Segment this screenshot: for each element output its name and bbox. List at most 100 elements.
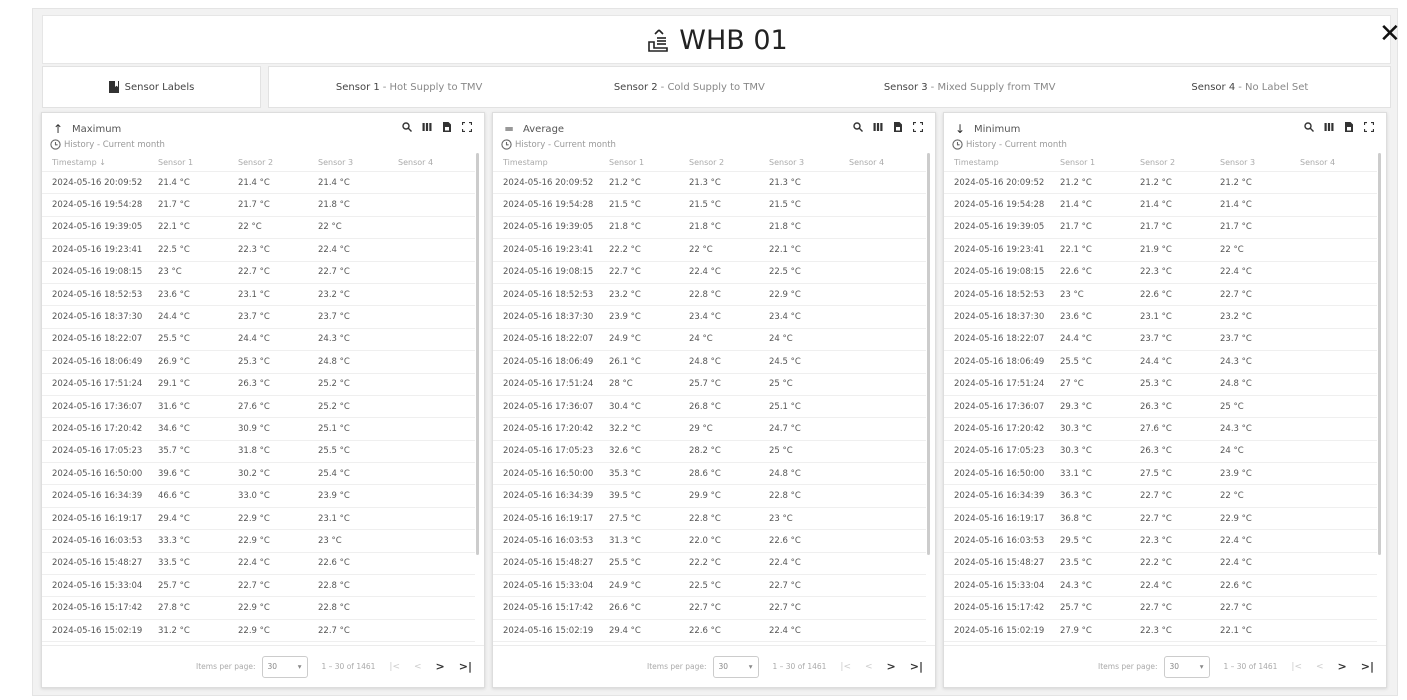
sensor-label: - Cold Supply to TMV (660, 81, 765, 93)
chevron-down-icon: ▾ (1199, 662, 1204, 671)
table-cell: 24.8 °C (1220, 379, 1252, 390)
table-cell: 21.3 °C (689, 177, 721, 188)
last-page-button[interactable]: >| (1361, 660, 1374, 673)
table-cell: 22.6 °C (1060, 267, 1092, 278)
table-row: 2024-05-16 15:17:42 25.7 °C 22.7 °C 22.7 °C (944, 597, 1377, 620)
table-cell: 21.3 °C (769, 177, 801, 188)
table-cell: 22.7 °C (318, 267, 350, 278)
first-page-button[interactable]: |< (1291, 662, 1302, 672)
table-row: 2024-05-16 16:03:53 31.3 °C 22.0 °C 22.6 °C (493, 530, 926, 553)
column-header[interactable]: Sensor 1 (152, 158, 232, 167)
table-cell: 25.2 °C (318, 379, 350, 390)
column-header[interactable]: Sensor 4 (843, 158, 906, 167)
column-header[interactable]: Sensor 4 (392, 158, 455, 167)
table-cell: 2024-05-16 19:08:15 (954, 267, 1045, 278)
columns-icon[interactable] (422, 122, 432, 132)
next-page-button[interactable]: > (887, 660, 896, 673)
column-header[interactable]: Sensor 2 (1134, 158, 1214, 167)
table-cell: 22.7 °C (769, 603, 801, 614)
table-cell: 27.5 °C (1140, 468, 1172, 479)
table-cell: 34.6 °C (158, 423, 190, 434)
page-size-value: 30 (267, 662, 278, 671)
first-page-button[interactable]: |< (840, 662, 851, 672)
column-header[interactable]: Sensor 3 (1214, 158, 1294, 167)
table-cell: 25.3 °C (238, 356, 270, 367)
table-row: 2024-05-16 19:23:41 22.1 °C 21.9 °C 22 °C (944, 239, 1377, 262)
table-cell: 25.7 °C (1060, 603, 1092, 614)
table-row: 2024-05-16 18:22:07 25.5 °C 24.4 °C 24.3 °C (42, 329, 475, 352)
scrollbar[interactable] (1378, 153, 1381, 555)
page-size-select[interactable]: 30 ▾ (261, 655, 308, 678)
table-cell: 22.2 °C (609, 244, 641, 255)
table-cell: 2024-05-16 18:06:49 (503, 356, 594, 367)
last-page-button[interactable]: >| (910, 660, 923, 673)
search-icon[interactable] (853, 122, 863, 132)
table-cell: 2024-05-16 20:09:52 (52, 177, 143, 188)
close-icon[interactable]: ✕ (1379, 21, 1401, 47)
table-row: 2024-05-16 16:50:00 35.3 °C 28.6 °C 24.8 °C (493, 463, 926, 486)
table-cell: 21.7 °C (1060, 222, 1092, 233)
search-icon[interactable] (1304, 122, 1314, 132)
table-cell: 25.7 °C (689, 379, 721, 390)
items-per-page-label: Items per page: (1098, 662, 1158, 671)
column-header[interactable]: Sensor 4 (1294, 158, 1357, 167)
columns-icon[interactable] (1324, 122, 1334, 132)
export-icon[interactable] (893, 122, 903, 132)
column-header[interactable]: Sensor 1 (1054, 158, 1134, 167)
last-page-button[interactable]: >| (459, 660, 472, 673)
fullscreen-icon[interactable] (913, 122, 923, 132)
sensor-name: Sensor 3 (883, 81, 928, 93)
export-icon[interactable] (1344, 122, 1354, 132)
table-cell: 23 °C (1060, 289, 1084, 300)
column-header[interactable]: Sensor 2 (232, 158, 312, 167)
table-cell: 23.1 °C (238, 289, 270, 300)
scrollbar[interactable] (476, 153, 479, 555)
column-header[interactable]: Timestamp (944, 158, 1054, 167)
search-icon[interactable] (402, 122, 412, 132)
table-cell: 26.3 °C (1140, 446, 1172, 457)
table-cell: 22.2 °C (1140, 558, 1172, 569)
sensor-legend-item: Sensor 2- Cold Supply to TMV (549, 67, 829, 107)
table-cell: 29.9 °C (689, 491, 721, 502)
page-size-select[interactable]: 30 ▾ (712, 655, 759, 678)
next-page-button[interactable]: > (436, 660, 445, 673)
fullscreen-icon[interactable] (462, 122, 472, 132)
column-header[interactable]: Sensor 2 (683, 158, 763, 167)
next-page-button[interactable]: > (1338, 660, 1347, 673)
table-cell: 31.2 °C (158, 625, 190, 636)
column-header[interactable]: Sensor 3 (312, 158, 392, 167)
column-header[interactable]: Timestamp ↓ (42, 158, 152, 167)
range-label: 1 – 30 of 1461 (321, 662, 376, 671)
page-size-select[interactable]: 30 ▾ (1163, 655, 1210, 678)
scrollbar[interactable] (927, 153, 930, 555)
table-cell: 22.6 °C (1220, 580, 1252, 591)
export-icon[interactable] (442, 122, 452, 132)
table-cell: 23.2 °C (318, 289, 350, 300)
first-page-button[interactable]: |< (389, 662, 400, 672)
previous-page-button[interactable]: < (865, 662, 873, 672)
table-cell: 23.6 °C (1060, 312, 1092, 323)
table-cell: 28.2 °C (689, 446, 721, 457)
column-header[interactable]: Sensor 3 (763, 158, 843, 167)
table-cell: 21.2 °C (1140, 177, 1172, 188)
table-cell: 22.8 °C (769, 491, 801, 502)
table-cell: 2024-05-16 15:17:42 (954, 603, 1045, 614)
fullscreen-icon[interactable] (1364, 122, 1374, 132)
table-cell: 24.5 °C (769, 356, 801, 367)
columns-icon[interactable] (873, 122, 883, 132)
panel-title: Average (523, 123, 565, 135)
column-header[interactable]: Timestamp (493, 158, 603, 167)
table-cell: 26.1 °C (609, 356, 641, 367)
table-cell: 22.8 °C (689, 289, 721, 300)
previous-page-button[interactable]: < (414, 662, 422, 672)
history-range: History - Current month (50, 139, 165, 150)
sensor-labels-button[interactable]: Sensor Labels (42, 66, 261, 108)
previous-page-button[interactable]: < (1316, 662, 1324, 672)
table-cell: 2024-05-16 18:52:53 (954, 289, 1045, 300)
table-cell: 21.8 °C (769, 222, 801, 233)
table-cell: 29.3 °C (1060, 401, 1092, 412)
column-header[interactable]: Sensor 1 (603, 158, 683, 167)
table-cell: 2024-05-16 15:17:42 (52, 603, 143, 614)
table-cell: 21.4 °C (318, 177, 350, 188)
history-range: History - Current month (501, 139, 616, 150)
